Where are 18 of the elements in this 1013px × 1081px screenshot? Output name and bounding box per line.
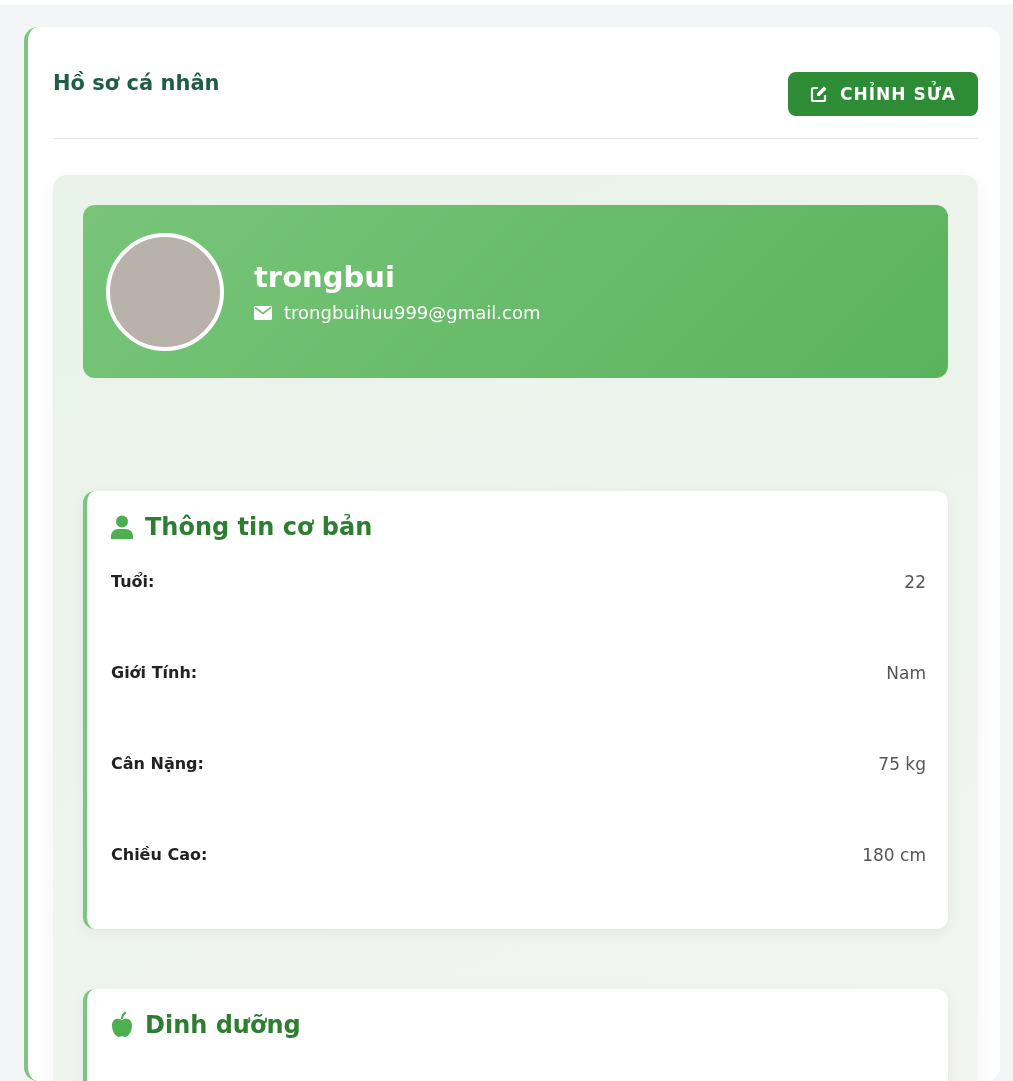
page-title: Hồ sơ cá nhân [53, 70, 220, 95]
field-value: Nam [886, 662, 926, 683]
field-label: Cân Nặng: [111, 754, 204, 773]
edit-button[interactable]: CHỈNH SỬA [788, 72, 978, 116]
edit-icon [810, 85, 828, 103]
field-value: 75 kg [878, 753, 926, 774]
field-label: Tuổi: [111, 572, 155, 591]
field-value: 22 [904, 571, 926, 592]
field-label: Giới Tính: [111, 663, 198, 682]
username: trongbui [254, 260, 396, 294]
envelope-icon [254, 305, 272, 320]
field-value: 180 cm [862, 844, 926, 865]
person-icon [111, 515, 133, 539]
email-text: trongbuihuu999@gmail.com [284, 302, 541, 323]
section-title: Dinh dưỡng [145, 1011, 301, 1039]
section-title: Thông tin cơ bản [145, 513, 373, 541]
apple-icon [111, 1012, 133, 1038]
field-label: Chiều Cao: [111, 845, 208, 864]
